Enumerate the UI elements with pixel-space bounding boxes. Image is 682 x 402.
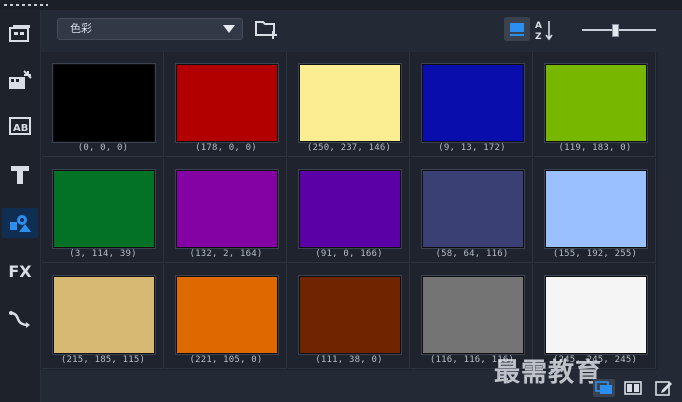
library-icon	[595, 381, 612, 394]
color-swatch-grid: (0, 0, 0) (178, 0, 0) (250, 237, 146) (9, 1…	[41, 52, 658, 370]
watermark-text: 最需教育	[494, 358, 603, 388]
color-swatch[interactable]	[53, 64, 155, 142]
color-swatch-label: (91, 0, 166)	[315, 249, 383, 259]
library-bottom-bar: 最需教育	[41, 358, 682, 402]
color-swatch[interactable]	[176, 276, 278, 354]
edit-button[interactable]	[653, 379, 675, 397]
color-swatch-label: (221, 105, 0)	[189, 355, 263, 365]
media-icon	[9, 25, 30, 42]
color-swatch-label: (119, 183, 0)	[558, 143, 632, 153]
instant-project-icon	[9, 70, 32, 89]
color-swatch-label: (9, 13, 172)	[438, 143, 506, 153]
color-swatch-item[interactable]: (221, 105, 0)	[165, 264, 287, 369]
graphics-button[interactable]	[2, 208, 38, 238]
color-swatch[interactable]	[299, 276, 401, 354]
svg-text:A: A	[535, 21, 542, 31]
sort-button[interactable]: A Z	[534, 17, 556, 43]
color-swatch-label: (215, 185, 115)	[60, 355, 146, 365]
color-swatch-label: (3, 114, 39)	[69, 249, 137, 259]
color-swatch[interactable]	[422, 276, 524, 354]
graphics-icon	[10, 215, 31, 232]
color-swatch-item[interactable]: (91, 0, 166)	[288, 158, 410, 263]
color-swatch[interactable]	[299, 170, 401, 248]
path-icon	[9, 311, 30, 328]
color-swatch[interactable]	[422, 64, 524, 142]
color-swatch-item[interactable]: (3, 114, 39)	[42, 158, 164, 263]
color-swatch-item[interactable]: (119, 183, 0)	[534, 52, 656, 157]
slider-track	[582, 29, 656, 31]
color-swatch-label: (250, 237, 146)	[306, 143, 392, 153]
color-swatch-label: (132, 2, 164)	[189, 249, 263, 259]
top-drag-handle[interactable]	[4, 4, 48, 6]
library-toolbar: 色彩 A Z	[41, 10, 682, 52]
color-swatch-label: (58, 64, 116)	[435, 249, 509, 259]
fx-icon: FX	[8, 261, 32, 281]
chevron-down-icon	[223, 25, 235, 33]
category-dropdown[interactable]: 色彩	[57, 18, 243, 40]
thumbnail-size-slider[interactable]	[582, 24, 656, 37]
instant-project-button[interactable]	[2, 65, 38, 95]
view-toggle-button[interactable]	[504, 17, 530, 41]
color-swatch-item[interactable]: (155, 192, 255)	[534, 158, 656, 263]
color-swatch-item[interactable]: (215, 185, 115)	[42, 264, 164, 369]
sort-az-icon: A Z	[535, 21, 553, 42]
slider-thumb[interactable]	[612, 24, 619, 37]
color-swatch-item[interactable]: (111, 38, 0)	[288, 264, 410, 369]
title-ab-icon: AB	[9, 117, 31, 135]
thumbnail-view-icon	[510, 23, 524, 36]
library-sidebar: AB FX	[0, 10, 41, 402]
vertical-scrollbar[interactable]	[658, 52, 682, 370]
color-swatch-item[interactable]: (250, 237, 146)	[288, 52, 410, 157]
media-library-button[interactable]	[2, 18, 38, 48]
edit-icon	[655, 381, 672, 396]
svg-text:Z: Z	[535, 32, 542, 42]
color-swatch[interactable]	[53, 276, 155, 354]
library-panel: 色彩 A Z (0, 0, 0) (178, 0, 0) (250, 237, …	[41, 10, 682, 402]
category-dropdown-value: 色彩	[70, 22, 92, 35]
color-swatch[interactable]	[53, 170, 155, 248]
text-button[interactable]	[2, 160, 38, 190]
color-swatch-label: (178, 0, 0)	[195, 143, 257, 153]
svg-text:AB: AB	[13, 123, 28, 134]
color-swatch-item[interactable]: (0, 0, 0)	[42, 52, 164, 157]
import-folder-button[interactable]	[254, 17, 280, 41]
color-swatch[interactable]	[422, 170, 524, 248]
color-swatch-label: (111, 38, 0)	[315, 355, 383, 365]
folder-add-icon	[255, 21, 277, 39]
color-swatch-item[interactable]: (178, 0, 0)	[165, 52, 287, 157]
color-swatch[interactable]	[545, 276, 647, 354]
title-button[interactable]: AB	[2, 111, 38, 141]
color-swatch[interactable]	[176, 170, 278, 248]
color-swatch[interactable]	[545, 64, 647, 142]
split-view-button[interactable]	[622, 379, 644, 397]
fx-button[interactable]: FX	[2, 256, 38, 286]
color-swatch-label: (155, 192, 255)	[552, 249, 638, 259]
color-swatch-item[interactable]: (132, 2, 164)	[165, 158, 287, 263]
color-swatch[interactable]	[545, 170, 647, 248]
color-swatch[interactable]	[176, 64, 278, 142]
library-view-button[interactable]	[593, 379, 615, 397]
color-swatch-item[interactable]: (9, 13, 172)	[411, 52, 533, 157]
color-swatch[interactable]	[299, 64, 401, 142]
path-button[interactable]	[2, 304, 38, 334]
color-swatch-item[interactable]: (58, 64, 116)	[411, 158, 533, 263]
split-panel-icon	[624, 381, 642, 395]
text-t-icon	[11, 166, 29, 184]
color-swatch-label: (0, 0, 0)	[77, 143, 129, 153]
